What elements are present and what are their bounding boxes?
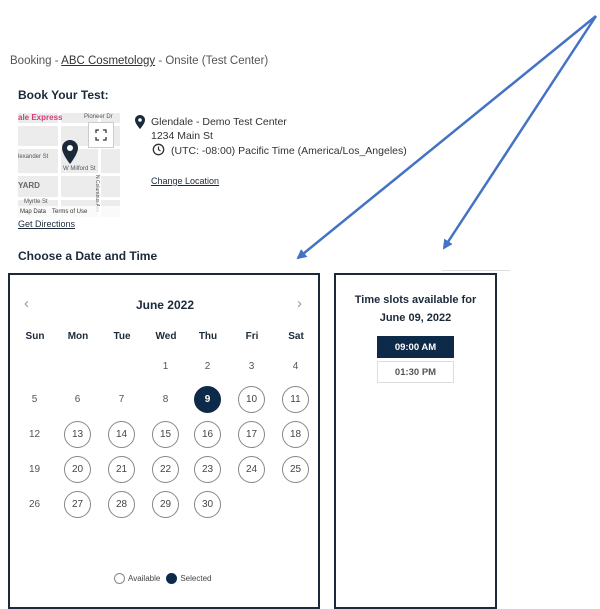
breadcrumb: Booking - ABC Cosmetology - Onsite (Test…	[10, 55, 268, 67]
calendar-day: 19	[28, 464, 41, 475]
timeslots-title-line1: Time slots available for	[354, 294, 477, 306]
timeslot-button[interactable]: 01:30 PM	[377, 361, 454, 383]
get-directions-link[interactable]: Get Directions	[18, 219, 75, 229]
map-label: YARD	[18, 181, 40, 190]
weekday-header: Thu	[198, 331, 218, 342]
calendar-day: 12	[28, 429, 41, 440]
calendar-day-available[interactable]: 29	[152, 491, 179, 518]
timezone-text: (UTC: -08:00) Pacific Time (America/Los_…	[171, 145, 407, 157]
timeslot-button[interactable]: 09:00 AM	[377, 336, 454, 358]
weekday-header: Sun	[25, 331, 45, 342]
legend-selected-label: Selected	[180, 574, 212, 583]
calendar-day-available[interactable]: 27	[64, 491, 91, 518]
calendar-day-available[interactable]: 11	[282, 386, 309, 413]
arrow-to-timeslots	[442, 15, 598, 250]
calendar-legend: Available Selected	[114, 573, 211, 584]
calendar-day-available[interactable]: 18	[282, 421, 309, 448]
map-label: Myrtle St	[24, 199, 48, 205]
map-label: lexander St	[18, 154, 49, 160]
map-label: Pioneer Dr	[84, 114, 113, 120]
timeslots-title: Time slots available for June 09, 2022	[336, 291, 495, 327]
breadcrumb-link[interactable]: ABC Cosmetology	[61, 55, 155, 67]
calendar-day: 1	[162, 361, 169, 372]
book-test-heading: Book Your Test:	[18, 88, 109, 102]
calendar-day-available[interactable]: 16	[194, 421, 221, 448]
available-swatch-icon	[114, 573, 125, 584]
terms-of-use-link[interactable]: Terms of Use	[52, 209, 87, 215]
calendar-day-available[interactable]: 22	[152, 456, 179, 483]
weekday-header: Fri	[245, 331, 259, 342]
location-name: Glendale - Demo Test Center	[151, 116, 287, 128]
weekday-header: Mon	[67, 331, 89, 342]
fullscreen-icon[interactable]	[88, 122, 114, 148]
calendar-day-selected[interactable]: 9	[194, 386, 221, 413]
arrow-to-calendar	[296, 15, 597, 260]
calendar-day: 8	[162, 394, 169, 405]
breadcrumb-suffix: - Onsite (Test Center)	[155, 55, 269, 67]
calendar-day: 2	[204, 361, 211, 372]
calendar-day-available[interactable]: 24	[238, 456, 265, 483]
calendar-day-available[interactable]: 10	[238, 386, 265, 413]
calendar-day-available[interactable]: 23	[194, 456, 221, 483]
calendar-day-available[interactable]: 17	[238, 421, 265, 448]
timeslots-panel: Time slots available for June 09, 2022 0…	[334, 273, 497, 609]
calendar-day-available[interactable]: 20	[64, 456, 91, 483]
next-month-icon[interactable]: ›	[297, 295, 302, 312]
calendar-day-available[interactable]: 30	[194, 491, 221, 518]
location-map[interactable]: ale Express Pioneer Dr lexander St W Mil…	[18, 113, 120, 217]
calendar-day-available[interactable]: 25	[282, 456, 309, 483]
calendar-day-available[interactable]: 28	[108, 491, 135, 518]
weekday-header: Tue	[113, 331, 131, 342]
choose-date-time-heading: Choose a Date and Time	[18, 249, 158, 263]
calendar-day: 7	[118, 394, 125, 405]
divider	[442, 270, 510, 271]
change-location-link[interactable]: Change Location	[151, 176, 219, 186]
location-pin-icon	[135, 115, 145, 134]
calendar-month-title: June 2022	[135, 298, 195, 312]
selected-swatch-icon	[166, 573, 178, 584]
calendar-day: 5	[31, 394, 38, 405]
location-address: 1234 Main St	[151, 130, 213, 142]
calendar-day-available[interactable]: 15	[152, 421, 179, 448]
clock-icon	[152, 143, 165, 161]
map-data-label: Map Data	[20, 208, 47, 215]
weekday-header: Sat	[288, 331, 304, 342]
calendar-day-available[interactable]: 14	[108, 421, 135, 448]
calendar-day-available[interactable]: 21	[108, 456, 135, 483]
calendar-panel: ‹ June 2022 › Available Selected Sun Mon T…	[8, 273, 320, 609]
breadcrumb-prefix: Booking -	[10, 55, 62, 67]
legend-available-label: Available	[128, 574, 161, 583]
map-pin-icon[interactable]	[62, 140, 78, 169]
map-label: ale Express	[18, 113, 63, 122]
calendar-day: 6	[74, 394, 81, 405]
timeslots-title-date: June 09, 2022	[379, 312, 452, 324]
calendar-day-available[interactable]: 13	[64, 421, 91, 448]
calendar-day: 26	[28, 499, 41, 510]
map-footer: Map Data Terms of Use	[18, 206, 120, 217]
calendar-day: 3	[248, 361, 255, 372]
weekday-header: Wed	[155, 331, 177, 342]
calendar-day: 4	[292, 361, 299, 372]
